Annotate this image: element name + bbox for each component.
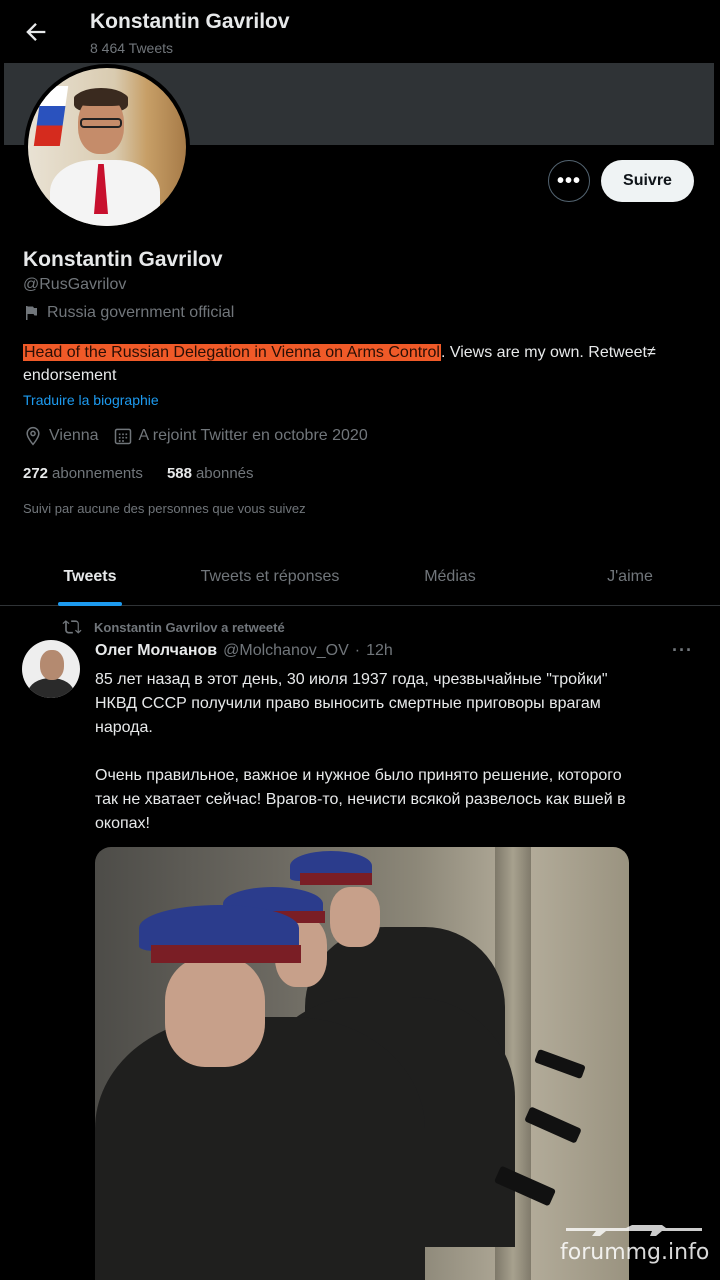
tab-likes[interactable]: J'aime	[540, 548, 720, 605]
following-link[interactable]: 272 abonnements	[23, 465, 143, 482]
tab-tweets-replies[interactable]: Tweets et réponses	[180, 548, 360, 605]
government-label-text: Russia government official	[47, 304, 235, 321]
government-label[interactable]: Russia government official	[23, 304, 234, 322]
back-arrow-icon[interactable]	[22, 18, 50, 46]
profile-meta: Vienna A rejoint Twitter en octobre 2020	[23, 426, 382, 446]
join-date: A rejoint Twitter en octobre 2020	[138, 427, 368, 444]
profile-tabs: Tweets Tweets et réponses Médias J'aime	[0, 548, 720, 606]
follow-stats: 272 abonnements 588 abonnés	[23, 465, 254, 482]
tweet-author-avatar[interactable]	[22, 640, 80, 698]
profile-bio: Head of the Russian Delegation in Vienna…	[23, 341, 683, 387]
tweet-time[interactable]: 12h	[366, 642, 393, 660]
translate-bio-link[interactable]: Traduire la biographie	[23, 392, 159, 408]
tweet-more-button[interactable]: ···	[672, 640, 693, 661]
tab-tweets[interactable]: Tweets	[0, 548, 180, 605]
tweet-count: 8 464 Tweets	[90, 40, 174, 56]
tweet-header: Олег Молчанов @Molchanov_OV · 12h	[95, 642, 393, 660]
tweet-author-name[interactable]: Олег Молчанов	[95, 642, 217, 660]
tweet-image[interactable]	[95, 847, 629, 1280]
follow-button[interactable]: Suivre	[601, 160, 694, 202]
retweet-icon	[62, 620, 82, 634]
bio-highlight: Head of the Russian Delegation in Vienna…	[23, 344, 441, 361]
location-pin-icon	[26, 426, 40, 446]
followers-link[interactable]: 588 abonnés	[167, 465, 254, 482]
followed-by-text: Suivi par aucune des personnes que vous …	[23, 501, 306, 516]
profile-avatar[interactable]	[24, 64, 190, 230]
watermark: forummg.info	[560, 1240, 710, 1265]
retweet-context[interactable]: Konstantin Gavrilov a retweeté	[62, 617, 285, 637]
tweet-author-handle[interactable]: @Molchanov_OV	[223, 642, 349, 660]
calendar-icon	[114, 428, 131, 445]
top-bar: Konstantin Gavrilov 8 464 Tweets	[0, 0, 720, 62]
flag-icon	[26, 306, 37, 320]
retweet-context-text: Konstantin Gavrilov a retweeté	[94, 619, 285, 635]
profile-location: Vienna	[49, 427, 99, 444]
tweet-separator: ·	[354, 642, 361, 659]
header-title: Konstantin Gavrilov	[90, 10, 290, 33]
tab-media[interactable]: Médias	[360, 548, 540, 605]
more-options-button[interactable]: •••	[548, 160, 590, 202]
profile-handle: @RusGavrilov	[23, 276, 127, 293]
profile-name: Konstantin Gavrilov	[23, 248, 223, 271]
watermark-rifle-icon	[566, 1225, 702, 1236]
tweet-text: 85 лет назад в этот день, 30 июля 1937 г…	[95, 671, 626, 832]
